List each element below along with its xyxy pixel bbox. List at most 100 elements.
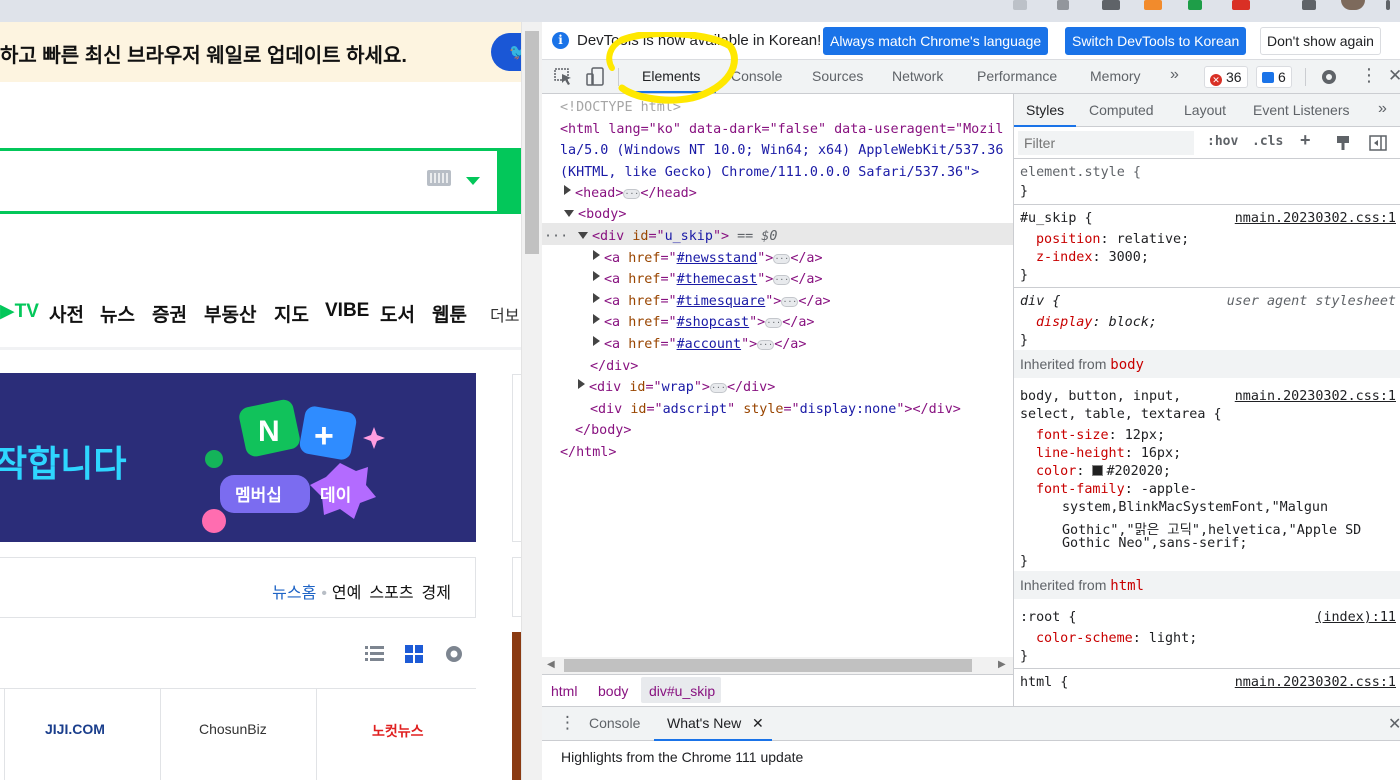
ellipsis-icon[interactable]: ···	[623, 189, 641, 199]
device-toolbar-icon[interactable]	[586, 67, 606, 87]
rule-selector-div[interactable]: div {	[1020, 294, 1060, 309]
settings-gear-icon[interactable]	[446, 646, 462, 662]
close-tab-icon[interactable]: ✕	[752, 715, 764, 732]
service-webtoon[interactable]: 웹툰	[432, 300, 467, 327]
doctype-line[interactable]: <!DOCTYPE html>	[560, 97, 681, 119]
close-icon[interactable]: ✕	[1388, 66, 1400, 86]
service-vibe[interactable]: VIBE	[325, 300, 369, 322]
error-count-badge[interactable]: ✕ 36	[1204, 66, 1248, 88]
inspect-element-icon[interactable]	[554, 68, 574, 86]
tab-computed[interactable]: Computed	[1089, 102, 1154, 118]
color-swatch[interactable]	[1092, 465, 1104, 476]
sidepanel-icon[interactable]	[1302, 0, 1316, 10]
tab-event-listeners[interactable]: Event Listeners	[1253, 102, 1350, 118]
more-tabs-chevron-icon[interactable]: »	[1170, 66, 1179, 84]
tab-performance[interactable]: Performance	[977, 68, 1057, 84]
rule-source-link[interactable]: (index):11	[1315, 610, 1396, 625]
tab-console[interactable]: Console	[731, 68, 782, 84]
body-close-tag[interactable]: </body>	[575, 420, 631, 442]
css-property[interactable]: z-index: 3000;	[1036, 250, 1149, 265]
css-property[interactable]: line-height: 16px;	[1036, 446, 1181, 461]
service-dictionary[interactable]: 사전	[49, 300, 84, 327]
scroll-right-arrow-icon[interactable]: ▶	[998, 659, 1006, 670]
tab-memory[interactable]: Memory	[1090, 68, 1141, 84]
search-input[interactable]	[0, 148, 500, 214]
collapse-arrow-icon[interactable]	[578, 232, 588, 239]
body-node[interactable]: <body>	[564, 204, 626, 226]
expand-arrow-icon[interactable]	[593, 314, 600, 324]
scrollbar-thumb[interactable]	[525, 31, 539, 254]
inherited-tag-link[interactable]: body	[1110, 357, 1144, 373]
styles-filter-input[interactable]	[1018, 131, 1194, 155]
expand-arrow-icon[interactable]	[593, 271, 600, 281]
whale-update-button[interactable]: 🐦	[491, 33, 521, 71]
press-cell[interactable]: 노컷뉴스	[317, 689, 476, 780]
service-tv[interactable]: ▶TV	[0, 300, 39, 323]
tab-elements[interactable]: Elements	[642, 68, 700, 84]
html-close-tag[interactable]: </html>	[560, 442, 616, 464]
tab-network[interactable]: Network	[892, 68, 943, 84]
expand-arrow-icon[interactable]	[578, 379, 585, 389]
service-news[interactable]: 뉴스	[100, 300, 135, 327]
tab-styles[interactable]: Styles	[1026, 102, 1064, 118]
ellipsis-icon[interactable]: ···	[757, 340, 775, 350]
toggle-sidebar-icon[interactable]	[1369, 135, 1387, 151]
match-language-button[interactable]: Always match Chrome's language	[823, 27, 1049, 55]
anchor-node[interactable]: <a href="#shopcast">···</a>	[593, 312, 815, 334]
css-property[interactable]: font-size: 12px;	[1036, 428, 1165, 443]
drawer-tab-whats-new[interactable]: What's New	[667, 715, 741, 731]
anchor-node[interactable]: <a href="#account">···</a>	[593, 334, 806, 356]
autocomplete-toggle-icon[interactable]	[466, 177, 480, 185]
class-toggle[interactable]: .cls	[1252, 134, 1283, 149]
css-property[interactable]: position: relative;	[1036, 232, 1189, 247]
more-tabs-chevron-icon[interactable]: »	[1378, 100, 1387, 118]
service-more[interactable]: 더보	[490, 302, 519, 326]
div-adscript-node[interactable]: <div id="adscript" style="display:none">…	[590, 399, 961, 421]
new-rule-plus-icon[interactable]: +	[1300, 130, 1311, 151]
ellipsis-icon[interactable]: ···	[709, 383, 727, 393]
news-tab-economy[interactable]: 경제	[422, 585, 451, 602]
css-property[interactable]: color: #202020;	[1036, 464, 1171, 479]
html-open-line[interactable]: <html lang="ko" data-dark="false" data-u…	[560, 119, 1003, 141]
expand-arrow-icon[interactable]	[593, 250, 600, 260]
news-tab-home[interactable]: 뉴스홈	[272, 585, 316, 602]
breadcrumb-html[interactable]: html	[551, 683, 577, 699]
horizontal-scrollbar[interactable]: ◀ ▶	[542, 657, 1013, 674]
rule-source-link[interactable]: nmain.20230302.css:1	[1235, 211, 1396, 226]
close-drawer-icon[interactable]: ✕	[1388, 714, 1400, 734]
switch-korean-button[interactable]: Switch DevTools to Korean	[1065, 27, 1247, 55]
star-icon[interactable]	[1057, 0, 1069, 10]
div-wrap-node[interactable]: <div id="wrap">···</div>	[578, 377, 775, 399]
rule-selector-html[interactable]: html {	[1020, 675, 1068, 690]
service-map[interactable]: 지도	[274, 300, 309, 327]
message-count-badge[interactable]: 6	[1256, 66, 1292, 88]
news-tab-sports[interactable]: 스포츠	[369, 585, 413, 602]
grid-view-icon[interactable]	[405, 645, 423, 663]
press-cell[interactable]: JIJI.COM	[5, 689, 161, 780]
extension-icon[interactable]	[1102, 0, 1120, 10]
kebab-menu-icon[interactable]: ⋮	[1360, 65, 1378, 86]
drawer-menu-icon[interactable]: ⋮	[559, 713, 576, 733]
inherited-tag-link[interactable]: html	[1110, 578, 1144, 594]
head-node[interactable]: <head>···</head>	[564, 183, 697, 205]
row-options-icon[interactable]: ···	[544, 226, 568, 248]
rule-source-link[interactable]: nmain.20230302.css:1	[1235, 675, 1396, 690]
breadcrumb-div-u-skip[interactable]: div#u_skip	[649, 683, 715, 699]
rule-selector-root[interactable]: :root {	[1020, 610, 1076, 625]
expand-arrow-icon[interactable]	[593, 336, 600, 346]
service-stock[interactable]: 증권	[152, 300, 187, 327]
div-close-tag[interactable]: </div>	[590, 356, 638, 378]
extension-orange-icon[interactable]	[1144, 0, 1162, 10]
dont-show-again-button[interactable]: Don't show again	[1260, 27, 1381, 55]
collapse-arrow-icon[interactable]	[564, 210, 574, 217]
extension-green-icon[interactable]	[1188, 0, 1202, 10]
ellipsis-icon[interactable]: ···	[781, 297, 799, 307]
rule-selector-u-skip[interactable]: #u_skip {	[1020, 211, 1093, 226]
update-banner[interactable]: 하고 빠른 최신 브라우저 웨일로 업데이트 하세요. 🐦	[0, 22, 521, 82]
anchor-node[interactable]: <a href="#newsstand">···</a>	[593, 248, 823, 270]
css-property[interactable]: display: block;	[1036, 315, 1157, 330]
service-books[interactable]: 도서	[380, 300, 415, 327]
scrollbar-thumb[interactable]	[564, 659, 972, 672]
list-view-icon[interactable]	[365, 646, 384, 661]
breadcrumb-body[interactable]: body	[598, 683, 628, 699]
